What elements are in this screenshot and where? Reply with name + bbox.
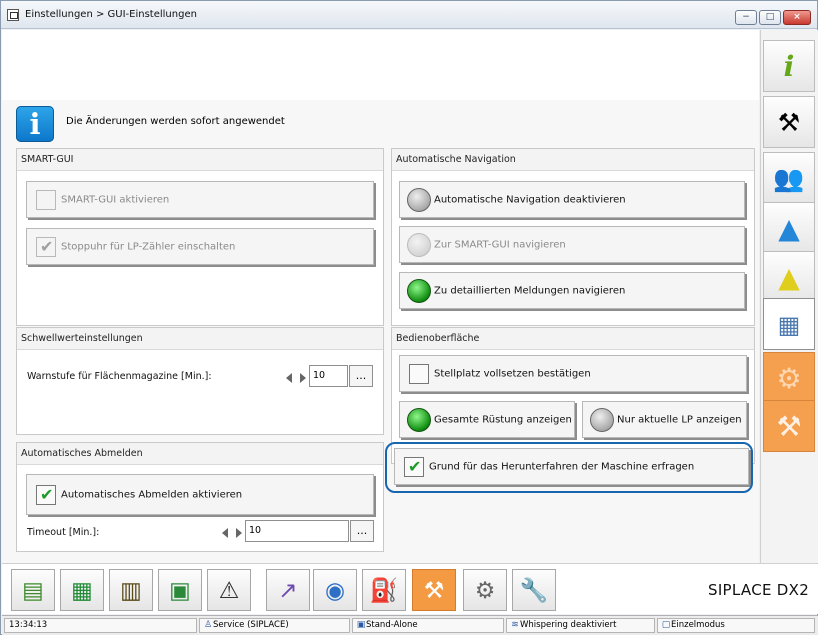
trend-icon: ↗	[278, 578, 298, 604]
screwdriver-icon: ⚒	[423, 578, 445, 604]
screwdriver-button[interactable]: ⚒	[412, 569, 456, 611]
panel-header: SMART-GUI	[17, 149, 383, 171]
sidebar-gear-orange-button[interactable]: ⚙	[763, 352, 815, 404]
single-mode-icon: ▢	[661, 620, 671, 630]
sidebar-warning-button[interactable]: ▲	[763, 251, 815, 303]
gear-orange-icon: ⚙	[776, 362, 802, 395]
checkbox-checked-icon	[36, 484, 56, 505]
checkbox-off-icon	[409, 363, 429, 384]
automatic-navigation-panel: Automatische Navigation Automatische Nav…	[391, 148, 755, 326]
status-service: ♙Service (SIPLACE)	[199, 618, 350, 633]
trend-button[interactable]: ↗	[266, 569, 310, 611]
grid-button[interactable]: ▦	[60, 569, 104, 611]
navigate-smart-gui-button[interactable]: Zur SMART-GUI navigieren	[399, 226, 745, 263]
document-warning-button[interactable]: ⚠	[207, 569, 251, 611]
document-warning-icon: ⚠	[218, 578, 240, 604]
sidebar-maintenance-button[interactable]: ▲	[763, 202, 815, 254]
checkbox-checked-icon	[36, 236, 56, 257]
hand-gear-button[interactable]: ⚙	[463, 569, 507, 611]
machine-status-icon: ▣	[356, 620, 366, 630]
camera-button[interactable]: ◉	[313, 569, 357, 611]
smart-gui-panel: SMART-GUI SMART-GUI aktivieren Stoppuhr …	[16, 148, 384, 326]
title-bar: Einstellungen > GUI-Einstellungen − □ ×	[1, 1, 817, 29]
full-setup-button[interactable]: Gesamte Rüstung anzeigen	[399, 401, 575, 438]
info-icon: i	[783, 50, 795, 83]
status-led-on-icon	[407, 278, 431, 303]
sidebar-machine-button[interactable]: ⚒	[763, 96, 815, 148]
user-icon: ♙	[203, 620, 213, 630]
checkbox-off-icon	[36, 189, 56, 210]
sidebar-users-button[interactable]: 👥	[763, 152, 815, 204]
warning-level-field[interactable]: 10	[309, 365, 348, 387]
status-time: 13:34:13	[4, 618, 197, 633]
timeout-field[interactable]: 10	[245, 520, 349, 542]
board-button[interactable]: ▣	[158, 569, 202, 611]
warning-level-label: Warnstufe für Flächenmagazine [Min.]:	[27, 371, 212, 382]
info-message: Die Änderungen werden sofort angewendet	[66, 116, 285, 127]
status-led-off-icon	[590, 407, 614, 432]
header-blank-area	[2, 30, 759, 100]
stopwatch-toggle-button[interactable]: Stoppuhr für LP-Zähler einschalten	[26, 228, 374, 265]
right-sidebar: i ⚒ 👥 ▲ ▲ ▦ ⚙ ⚒	[760, 30, 818, 563]
money-button[interactable]: ▤	[11, 569, 55, 611]
timeout-browse-button[interactable]: ...	[350, 520, 374, 542]
bottom-taskbar: ▤ ▦ ▥ ▣ ⚠ ↗ ◉ ⛽ ⚒ ⚙ 🔧 SIPLACE DX2	[2, 563, 818, 614]
machine-icon: ⚒	[777, 108, 801, 137]
focus-highlight	[385, 442, 753, 493]
sidebar-tools-orange-button[interactable]: ⚒	[763, 400, 815, 452]
status-whispering: ≋Whispering deaktiviert	[506, 618, 655, 633]
tools-orange-icon: ⚒	[776, 410, 802, 443]
wrench-button[interactable]: 🔧	[512, 569, 556, 611]
warning-icon: ▲	[778, 261, 800, 294]
confirm-slot-button[interactable]: Stellplatz vollsetzen bestätigen	[399, 355, 747, 392]
maintenance-icon: ▲	[778, 212, 800, 245]
status-led-on-icon	[407, 407, 431, 432]
hand-gear-icon: ⚙	[474, 578, 496, 604]
automatic-logout-panel: Automatisches Abmelden Automatisches Abm…	[16, 442, 384, 552]
toolbox-icon: ⛽	[369, 578, 399, 604]
sidebar-settings-button[interactable]: ▦	[763, 298, 815, 350]
camera-icon: ◉	[324, 578, 346, 604]
information-icon: i	[16, 106, 54, 142]
spinner-icon[interactable]	[222, 522, 242, 542]
smart-gui-activate-button[interactable]: SMART-GUI aktivieren	[26, 181, 374, 218]
automatic-logout-button[interactable]: Automatisches Abmelden aktivieren	[26, 474, 374, 515]
wrench-icon: 🔧	[519, 578, 549, 604]
current-lp-button[interactable]: Nur aktuelle LP anzeigen	[582, 401, 747, 438]
close-button[interactable]: ×	[783, 10, 811, 25]
application-window: Einstellungen > GUI-Einstellungen − □ × …	[0, 0, 818, 635]
threshold-settings-panel: Schwellwerteinstellungen Warnstufe für F…	[16, 327, 384, 435]
bar-chart-button[interactable]: ▥	[109, 569, 153, 611]
toolbox-button[interactable]: ⛽	[362, 569, 406, 611]
window-app-icon	[7, 9, 19, 21]
window-title: Einstellungen > GUI-Einstellungen	[25, 9, 197, 20]
spinner-icon[interactable]	[286, 367, 306, 387]
bar-chart-icon: ▥	[120, 578, 142, 604]
status-bar: 13:34:13 ♙Service (SIPLACE) ▣Stand-Alone…	[2, 615, 818, 635]
sidebar-info-button[interactable]: i	[763, 40, 815, 92]
minimize-button[interactable]: −	[735, 10, 757, 25]
warning-level-browse-button[interactable]: ...	[349, 365, 373, 387]
grid-icon: ▦	[71, 578, 93, 604]
status-single-mode: ▢Einzelmodus	[657, 618, 815, 633]
status-mode: ▣Stand-Alone	[352, 618, 504, 633]
deactivate-navigation-button[interactable]: Automatische Navigation deaktivieren	[399, 181, 745, 218]
board-icon: ▣	[169, 578, 191, 604]
navigate-detailed-messages-button[interactable]: Zu detaillierten Meldungen navigieren	[399, 272, 745, 309]
status-led-disabled-icon	[407, 232, 431, 257]
whisper-icon: ≋	[511, 620, 519, 630]
maximize-button[interactable]: □	[759, 10, 781, 25]
status-led-off-icon	[407, 187, 431, 212]
settings-icon: ▦	[777, 311, 801, 339]
brand-label: SIPLACE DX2	[708, 581, 810, 599]
money-icon: ▤	[22, 578, 44, 604]
users-icon: 👥	[773, 164, 805, 193]
timeout-label: Timeout [Min.]:	[27, 527, 100, 538]
